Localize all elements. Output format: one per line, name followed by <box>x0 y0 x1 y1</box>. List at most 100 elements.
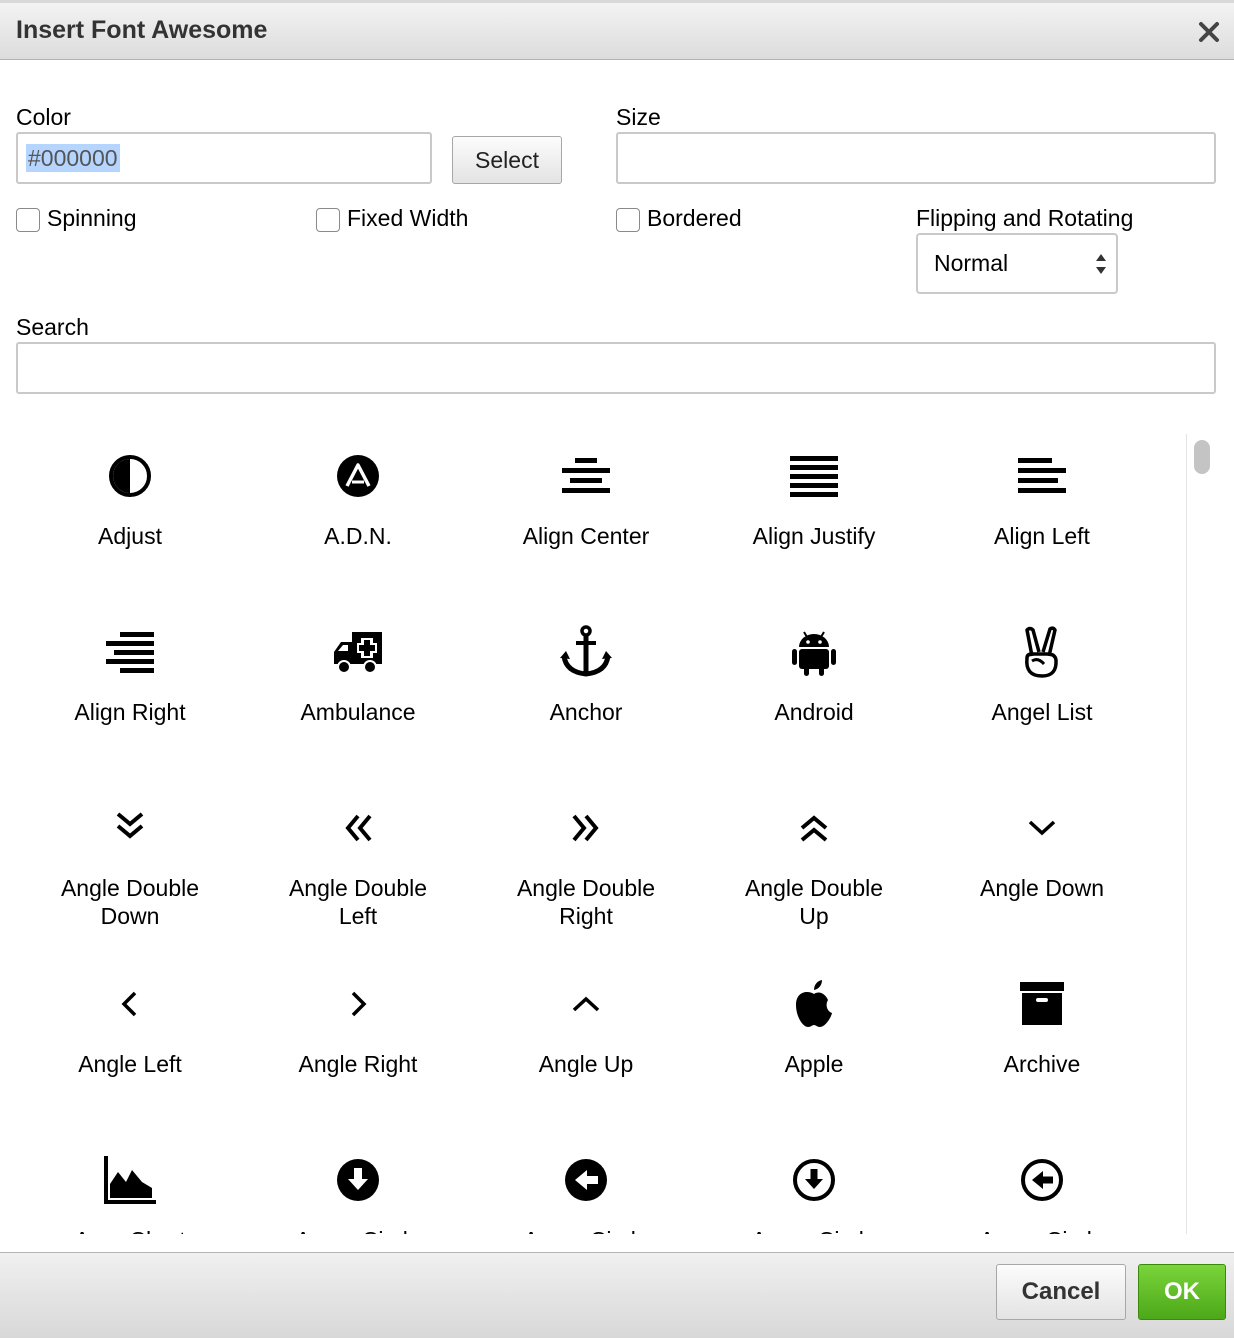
arrow-circle-down-icon <box>326 1148 390 1212</box>
icon-option[interactable]: Angel List <box>928 610 1156 786</box>
area-chart-icon <box>98 1148 162 1212</box>
close-icon <box>1199 22 1219 42</box>
dialog-title: Insert Font Awesome <box>16 16 268 44</box>
icon-option[interactable]: Apple <box>700 962 928 1138</box>
icon-option[interactable]: A.D.N. <box>244 434 472 610</box>
search-label: Search <box>16 314 89 340</box>
icon-option[interactable]: Arrow Circle <box>928 1138 1156 1234</box>
angle-double-right-icon <box>554 796 618 860</box>
icon-option-label: Angel List <box>991 699 1093 725</box>
icon-option-label: Angle Left <box>78 1051 182 1077</box>
anchor-icon <box>554 620 618 684</box>
icon-option[interactable]: Archive <box>928 962 1156 1138</box>
spinning-label: Spinning <box>47 205 137 231</box>
grid-scrollbar-thumb[interactable] <box>1194 440 1210 474</box>
icon-option-label: Arrow Circle <box>729 1226 899 1234</box>
fixed-width-checkbox[interactable] <box>316 208 340 232</box>
size-input[interactable] <box>616 132 1216 184</box>
icon-option-label: Angle Double Up <box>744 875 884 929</box>
icon-option[interactable]: Area Chart <box>16 1138 244 1234</box>
icon-option-label: Align Left <box>994 523 1090 549</box>
icon-option-label: Align Center <box>522 523 650 549</box>
icon-option-label: Adjust <box>98 523 162 549</box>
icon-grid-viewport: Adjust A.D.N. Align Center Align Justify Ali… <box>16 434 1216 1234</box>
search-input[interactable] <box>16 342 1216 394</box>
icon-option-label: Angle Down <box>979 875 1105 901</box>
color-label: Color <box>16 104 71 130</box>
bordered-label: Bordered <box>647 205 742 231</box>
icon-option[interactable]: Arrow Circle <box>244 1138 472 1234</box>
android-icon <box>782 620 846 684</box>
spinning-checkbox[interactable] <box>16 208 40 232</box>
cancel-button[interactable]: Cancel <box>996 1264 1126 1320</box>
color-input-value: #000000 <box>26 144 120 172</box>
flip-rotate-select[interactable]: Normal <box>916 233 1118 294</box>
ok-button[interactable]: OK <box>1138 1264 1226 1320</box>
flip-rotate-selected: Normal <box>934 250 1009 276</box>
angle-down-icon <box>1010 796 1074 860</box>
close-button[interactable] <box>1194 17 1224 47</box>
icon-option-label: Arrow Circle <box>501 1226 671 1234</box>
icon-option[interactable]: Angle Left <box>16 962 244 1138</box>
icon-option[interactable]: Align Left <box>928 434 1156 610</box>
icon-option[interactable]: Align Center <box>472 434 700 610</box>
adn-icon <box>326 444 390 508</box>
angellist-icon <box>1010 620 1074 684</box>
icon-option[interactable]: Align Right <box>16 610 244 786</box>
icon-option-label: Angle Double Left <box>288 875 428 929</box>
icon-option-label: Android <box>774 699 854 725</box>
icon-option-label: Ambulance <box>300 699 416 725</box>
icon-option-label: A.D.N. <box>324 523 392 549</box>
grid-scrollbar[interactable] <box>1186 434 1216 1234</box>
angle-double-left-icon <box>326 796 390 860</box>
angle-left-icon <box>98 972 162 1036</box>
icon-option[interactable]: Adjust <box>16 434 244 610</box>
color-select-button[interactable]: Select <box>452 136 562 184</box>
icon-option-label: Angle Double Right <box>516 875 656 929</box>
icon-option[interactable]: Align Justify <box>700 434 928 610</box>
icon-option[interactable]: Arrow Circle <box>700 1138 928 1234</box>
icon-option-label: Angle Up <box>538 1051 634 1077</box>
fixed-width-label: Fixed Width <box>347 205 469 231</box>
arrow-circle-o-down-icon <box>782 1148 846 1212</box>
ambulance-icon <box>326 620 390 684</box>
angle-double-down-icon <box>98 796 162 860</box>
arrow-circle-o-left-icon <box>1010 1148 1074 1212</box>
align-center-icon <box>554 444 618 508</box>
icon-option[interactable]: Angle Double Down <box>16 786 244 962</box>
icon-option[interactable]: Angle Double Right <box>472 786 700 962</box>
icon-option[interactable]: Angle Up <box>472 962 700 1138</box>
dialog-titlebar: Insert Font Awesome <box>0 3 1234 60</box>
align-justify-icon <box>782 444 846 508</box>
icon-option-label: Area Chart <box>45 1226 215 1234</box>
icon-option-label: Arrow Circle <box>273 1226 443 1234</box>
icon-option[interactable]: Ambulance <box>244 610 472 786</box>
archive-icon <box>1010 972 1074 1036</box>
align-left-icon <box>1010 444 1074 508</box>
icon-option-label: Arrow Circle <box>957 1226 1127 1234</box>
icon-option[interactable]: Anchor <box>472 610 700 786</box>
icon-option[interactable]: Angle Right <box>244 962 472 1138</box>
icon-option[interactable]: Android <box>700 610 928 786</box>
icon-option-label: Archive <box>1003 1051 1081 1077</box>
flip-rotate-label: Flipping and Rotating <box>916 205 1134 231</box>
icon-option-label: Align Right <box>74 699 186 725</box>
arrow-circle-left-icon <box>554 1148 618 1212</box>
size-label: Size <box>616 104 661 130</box>
select-arrows-icon <box>1096 254 1106 274</box>
adjust-icon <box>98 444 162 508</box>
apple-icon <box>782 972 846 1036</box>
icon-option-label: Angle Double Down <box>60 875 200 929</box>
bordered-checkbox[interactable] <box>616 208 640 232</box>
icon-option-label: Apple <box>784 1051 844 1077</box>
icon-option[interactable]: Arrow Circle <box>472 1138 700 1234</box>
icon-option-label: Anchor <box>549 699 623 725</box>
icon-option[interactable]: Angle Double Left <box>244 786 472 962</box>
icon-option-label: Angle Right <box>298 1051 418 1077</box>
angle-up-icon <box>554 972 618 1036</box>
icon-option[interactable]: Angle Down <box>928 786 1156 962</box>
angle-double-up-icon <box>782 796 846 860</box>
icon-option-label: Align Justify <box>752 523 876 549</box>
icon-option[interactable]: Angle Double Up <box>700 786 928 962</box>
align-right-icon <box>98 620 162 684</box>
